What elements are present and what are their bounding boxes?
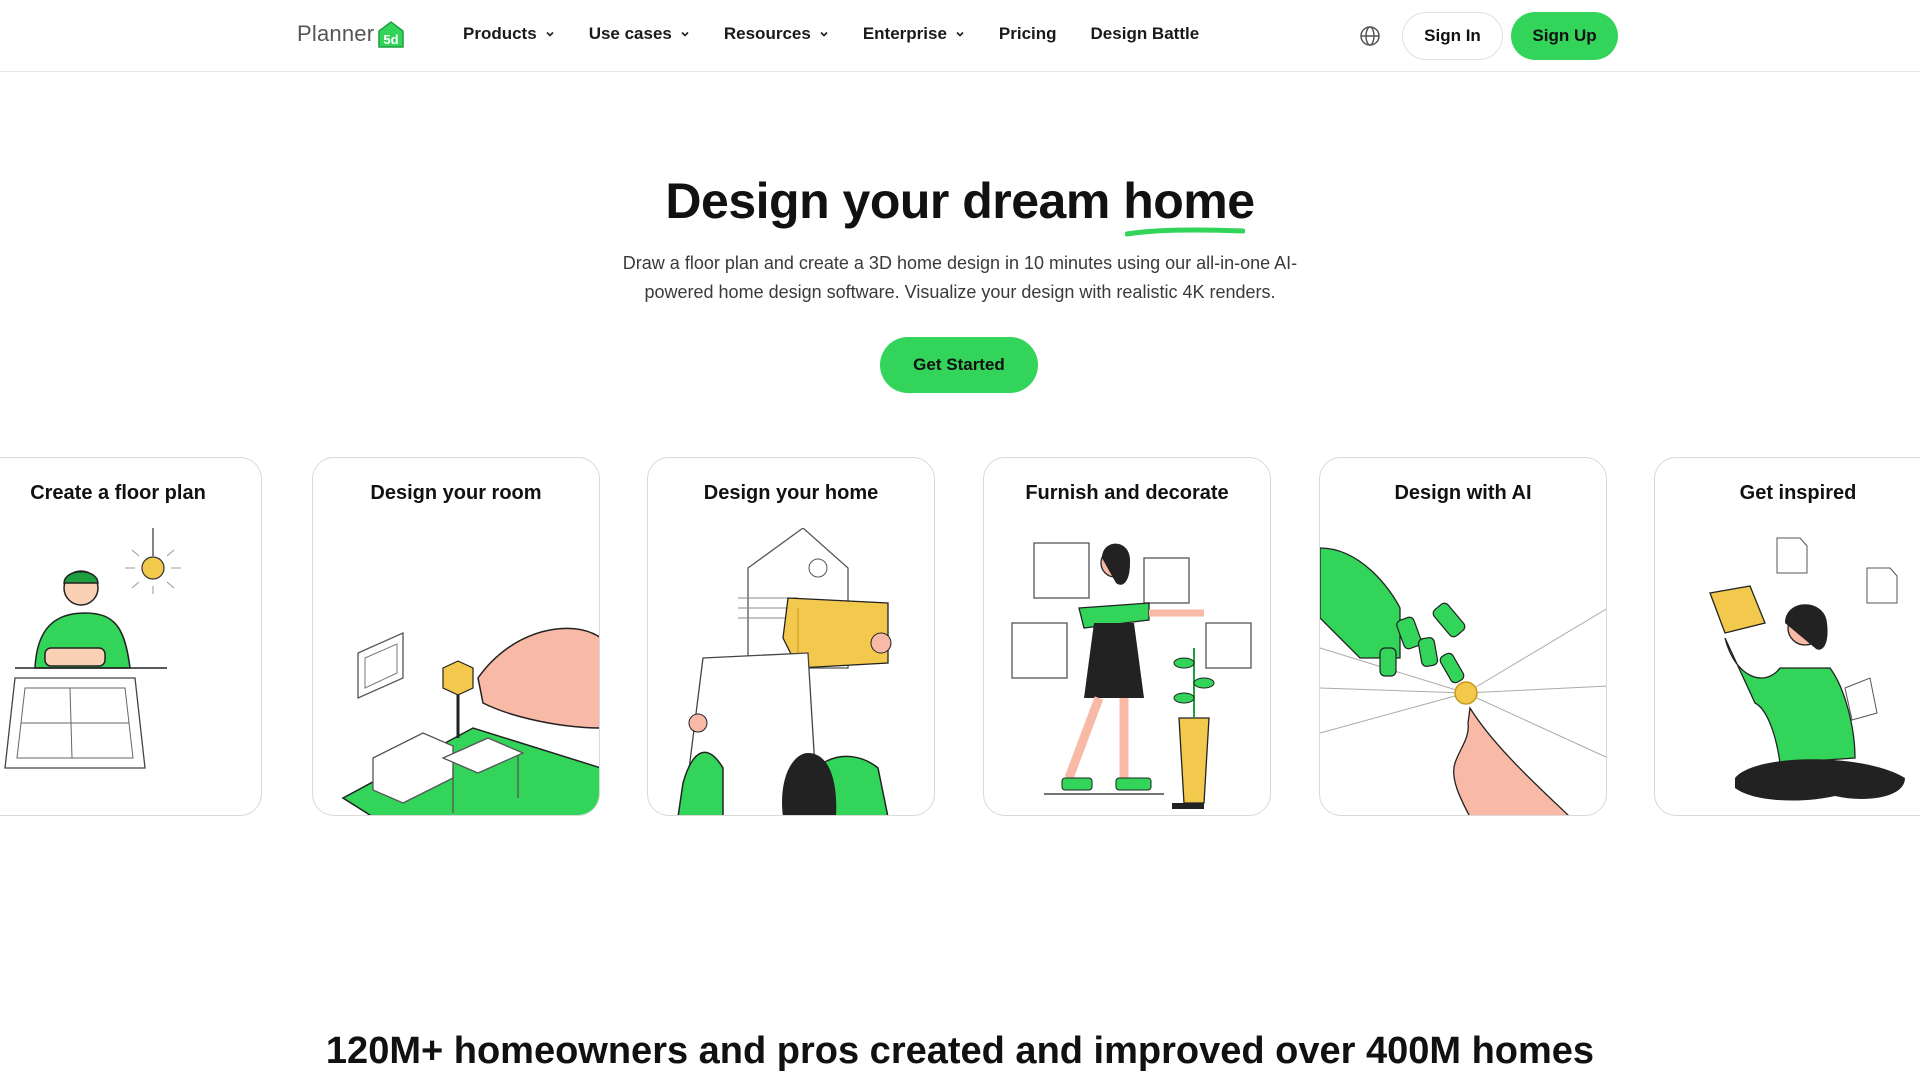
card-create-floor-plan[interactable]: Create a floor plan <box>0 457 262 816</box>
hero-subtitle: Draw a floor plan and create a 3D home d… <box>622 253 1298 302</box>
nav-use-cases-label: Use cases <box>588 24 672 43</box>
top-navigation-bar: Planner 5d Products Use cases Resources … <box>0 0 1920 72</box>
logo-text: Planner <box>297 21 375 46</box>
ai-illustration-icon <box>1320 547 1606 815</box>
card-furnish-decorate[interactable]: Furnish and decorate <box>983 457 1271 816</box>
nav-resources[interactable]: Resources <box>724 24 829 44</box>
chevron-down-icon <box>820 31 828 37</box>
nav-design-battle[interactable]: Design Battle <box>1091 24 1200 44</box>
svg-text:5d: 5d <box>384 32 399 47</box>
card-title: Design your room <box>370 482 542 504</box>
nav-products-label: Products <box>463 24 537 43</box>
nav-design-battle-label: Design Battle <box>1090 24 1200 43</box>
get-started-button[interactable]: Get Started <box>880 337 1038 393</box>
sign-in-button[interactable]: Sign In <box>1402 12 1503 60</box>
nav-use-cases[interactable]: Use cases <box>589 24 690 44</box>
hero-title-highlight-word: home <box>1123 173 1255 229</box>
card-title: Design with AI <box>1394 482 1532 504</box>
card-design-room[interactable]: Design your room <box>312 457 600 816</box>
card-get-inspired[interactable]: Get inspired <box>1654 457 1920 816</box>
sign-up-button[interactable]: Sign Up <box>1511 12 1618 60</box>
nav-enterprise-label: Enterprise <box>862 24 947 43</box>
nav-pricing[interactable]: Pricing <box>999 24 1057 44</box>
nav-products[interactable]: Products <box>463 24 555 44</box>
home-illustration-icon <box>677 528 892 815</box>
chevron-down-icon <box>546 31 554 37</box>
card-title: Get inspired <box>1739 482 1857 504</box>
card-design-home[interactable]: Design your home <box>647 457 935 816</box>
card-title: Create a floor plan <box>30 482 206 504</box>
hero-title-prefix: Design your dream <box>665 173 1124 229</box>
room-illustration-icon <box>341 627 599 815</box>
inspired-illustration-icon <box>1709 537 1905 801</box>
card-title: Furnish and decorate <box>1025 482 1229 504</box>
card-title: Design your home <box>703 482 879 504</box>
globe-icon[interactable] <box>1358 24 1382 48</box>
chevron-down-icon <box>681 31 689 37</box>
card-design-with-ai[interactable]: Design with AI <box>1319 457 1607 816</box>
hero-title: Design your dream home <box>0 172 1920 237</box>
planner5d-logo[interactable]: Planner 5d <box>297 18 406 50</box>
stats-headline: 120M+ homeowners and pros created and im… <box>325 1030 1595 1072</box>
furnish-illustration-icon <box>1011 542 1252 809</box>
main-nav: Products Use cases Resources Enterprise … <box>463 24 1199 44</box>
brush-underline-icon <box>1125 227 1246 237</box>
nav-resources-label: Resources <box>723 24 811 43</box>
nav-pricing-label: Pricing <box>998 24 1057 43</box>
nav-enterprise[interactable]: Enterprise <box>863 24 965 44</box>
chevron-down-icon <box>956 31 964 37</box>
hero-title-highlight: home <box>1123 172 1255 237</box>
floor-plan-illustration-icon <box>4 528 181 769</box>
logo-house-icon: 5d <box>376 19 406 49</box>
